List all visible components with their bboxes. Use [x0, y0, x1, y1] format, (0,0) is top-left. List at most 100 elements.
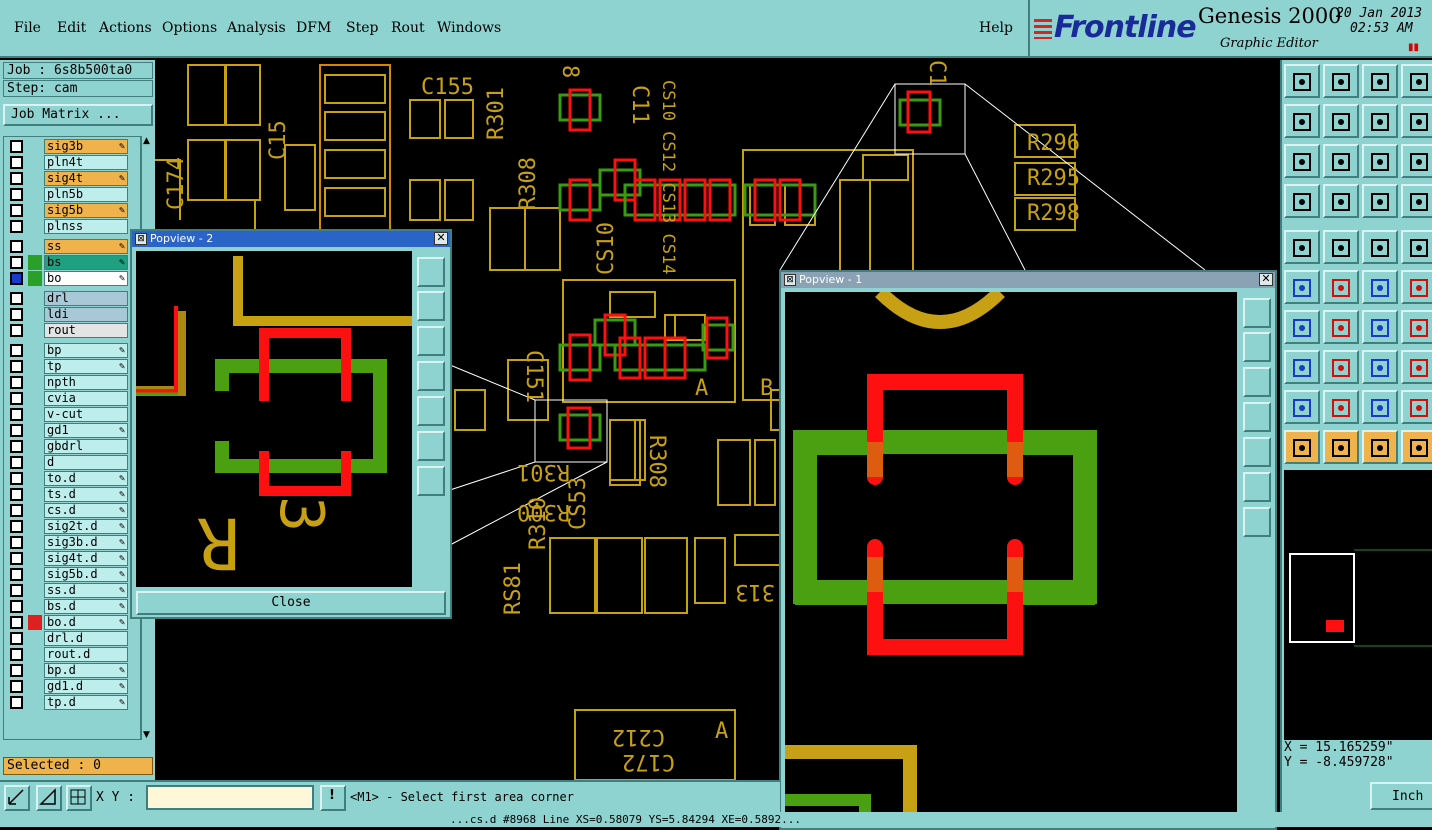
- layer-checkbox[interactable]: [10, 344, 23, 357]
- popview-2-titlebar[interactable]: ⊠ Popview - 2 ✕: [132, 231, 450, 247]
- layer-name[interactable]: ss.d ✎: [44, 583, 128, 598]
- layer-name[interactable]: sig2t.d ✎: [44, 519, 128, 534]
- layer-color-swatch[interactable]: [28, 255, 42, 270]
- layer-row-tp[interactable]: tp ✎: [6, 359, 128, 374]
- zoom-fit-button[interactable]: [1243, 507, 1271, 537]
- layer-name[interactable]: gd1 ✎: [44, 423, 128, 438]
- close-icon[interactable]: ✕: [434, 232, 448, 245]
- layer-name[interactable]: v-cut: [44, 407, 128, 422]
- layer-row-bs-d[interactable]: bs.d ✎: [6, 599, 128, 614]
- shapes-tool-button[interactable]: [1401, 350, 1432, 384]
- layer-name[interactable]: bs.d ✎: [44, 599, 128, 614]
- font-tool-button[interactable]: [1401, 310, 1432, 344]
- layer-name[interactable]: pln4t: [44, 155, 128, 170]
- layer-row-sig2t-d[interactable]: sig2t.d ✎: [6, 519, 128, 534]
- layer-checkbox[interactable]: [10, 680, 23, 693]
- draw-line-2-tool-button[interactable]: [1323, 310, 1359, 344]
- popview-1-view[interactable]: [785, 286, 1237, 814]
- layer-checkbox[interactable]: [10, 204, 23, 217]
- layer-checkbox[interactable]: [10, 140, 23, 153]
- layer-row-cs-d[interactable]: cs.d ✎: [6, 503, 128, 518]
- layer-name[interactable]: bp.d ✎: [44, 663, 128, 678]
- layer-color-swatch[interactable]: [28, 271, 42, 286]
- layer-checkbox[interactable]: [10, 240, 23, 253]
- layer-name[interactable]: bs ✎: [44, 255, 128, 270]
- layer-checkbox[interactable]: [10, 156, 23, 169]
- layer-name[interactable]: drl: [44, 291, 128, 306]
- layer-color-swatch[interactable]: [28, 615, 42, 630]
- layer-row-bo[interactable]: bo ✎: [6, 271, 128, 286]
- layer-row-pln5b[interactable]: pln5b: [6, 187, 128, 202]
- layer-name[interactable]: ss ✎: [44, 239, 128, 254]
- layer-checkbox[interactable]: [10, 664, 23, 677]
- layer-checkbox[interactable]: [10, 324, 23, 337]
- pointer-3-tool-button[interactable]: [1362, 430, 1398, 464]
- window-menu-icon[interactable]: ⊠: [135, 233, 147, 245]
- layer-name[interactable]: sig5b ✎: [44, 203, 128, 218]
- scroll-down-icon[interactable]: ▼: [143, 730, 150, 740]
- layer-row-plnss[interactable]: plnss: [6, 219, 128, 234]
- scroll-up-icon[interactable]: ▲: [143, 136, 150, 146]
- layer-row-tp-d[interactable]: tp.d ✎: [6, 695, 128, 710]
- menu-dfm[interactable]: DFM: [296, 20, 331, 36]
- pad-tool-button[interactable]: [1401, 230, 1432, 264]
- job-matrix-button[interactable]: Job Matrix ...: [3, 104, 153, 126]
- home-view-tool-button[interactable]: [1362, 64, 1398, 98]
- layer-name[interactable]: drl.d: [44, 631, 128, 646]
- layer-name[interactable]: npth: [44, 375, 128, 390]
- layer-row-d[interactable]: d: [6, 455, 128, 470]
- dimension-tool-button[interactable]: [1362, 350, 1398, 384]
- layer-checkbox[interactable]: [10, 552, 23, 565]
- pan-right-button[interactable]: [1243, 437, 1271, 467]
- layer-name[interactable]: bo.d ✎: [44, 615, 128, 630]
- layer-row-to-d[interactable]: to.d ✎: [6, 471, 128, 486]
- grid-toggle-tool-button[interactable]: [1323, 184, 1359, 218]
- layer-name[interactable]: cvia: [44, 391, 128, 406]
- layer-row-bp[interactable]: bp ✎: [6, 343, 128, 358]
- redraw-tool-button[interactable]: [1362, 104, 1398, 138]
- menu-step[interactable]: Step: [346, 20, 378, 36]
- zoom-prev-tool-button[interactable]: [1284, 104, 1320, 138]
- layer-checkbox[interactable]: [10, 188, 23, 201]
- layer-checkbox[interactable]: [10, 600, 23, 613]
- node-connect-tool-button[interactable]: [1284, 270, 1320, 304]
- layer-tool-tool-button[interactable]: [1362, 184, 1398, 218]
- layer-row-cvia[interactable]: cvia: [6, 391, 128, 406]
- layer-row-bs[interactable]: bs ✎: [6, 255, 128, 270]
- layer-name[interactable]: ldi: [44, 307, 128, 322]
- zoom-fit-button[interactable]: [417, 466, 445, 496]
- layer-name[interactable]: to.d ✎: [44, 471, 128, 486]
- layer-checkbox[interactable]: [10, 408, 23, 421]
- line-mode-tool-button[interactable]: [1323, 230, 1359, 264]
- layer-checkbox[interactable]: [10, 568, 23, 581]
- layer-row-ldi[interactable]: ldi: [6, 307, 128, 322]
- zoom-home-button[interactable]: [417, 431, 445, 461]
- layer-checkbox[interactable]: [10, 360, 23, 373]
- layer-row-rout-d[interactable]: rout.d: [6, 647, 128, 662]
- layer-checkbox[interactable]: [10, 648, 23, 661]
- layer-row-gd1[interactable]: gd1 ✎: [6, 423, 128, 438]
- layer-checkbox[interactable]: [10, 172, 23, 185]
- menu-analysis[interactable]: Analysis: [227, 20, 286, 36]
- layer-row-bp-d[interactable]: bp.d ✎: [6, 663, 128, 678]
- menu-options[interactable]: Options: [162, 20, 217, 36]
- layer-row-drl-d[interactable]: drl.d: [6, 631, 128, 646]
- arc-node-2-tool-button[interactable]: [1401, 270, 1432, 304]
- ruler-tool-button[interactable]: [1362, 230, 1398, 264]
- layer-row-drl[interactable]: drl: [6, 291, 128, 306]
- zoom-area-button[interactable]: [4, 785, 30, 811]
- layer-row-gbdrl[interactable]: gbdrl: [6, 439, 128, 454]
- layer-row-sig4t-d[interactable]: sig4t.d ✎: [6, 551, 128, 566]
- layer-checkbox[interactable]: [10, 520, 23, 533]
- layer-name[interactable]: sig5b.d ✎: [44, 567, 128, 582]
- pad-select-tool-button[interactable]: [1284, 350, 1320, 384]
- layer-row-rout[interactable]: rout: [6, 323, 128, 338]
- layer-row-sig5b[interactable]: sig5b ✎: [6, 203, 128, 218]
- layer-name[interactable]: rout: [44, 323, 128, 338]
- layer-row-ts-d[interactable]: ts.d ✎: [6, 487, 128, 502]
- layer-checkbox[interactable]: [10, 488, 23, 501]
- xy-input[interactable]: [146, 785, 314, 810]
- layer-checkbox[interactable]: [10, 272, 23, 285]
- layer-checkbox[interactable]: [10, 472, 23, 485]
- layer-name[interactable]: ts.d ✎: [44, 487, 128, 502]
